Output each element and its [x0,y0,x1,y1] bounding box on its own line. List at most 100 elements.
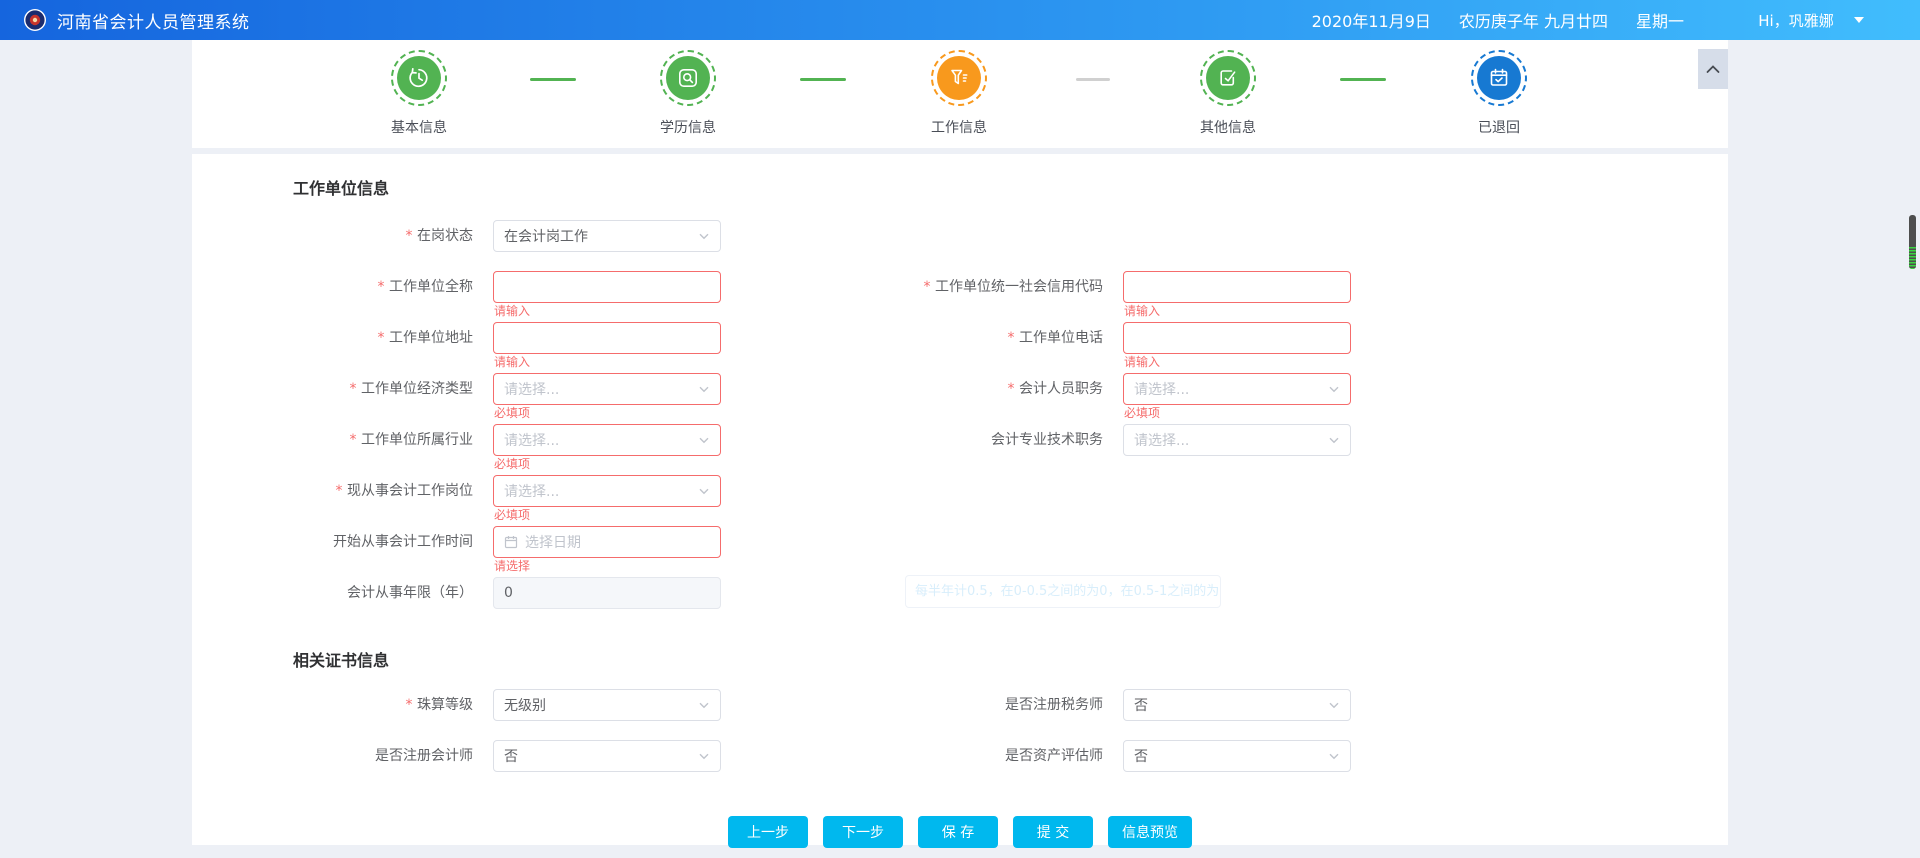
calendar-icon [504,535,518,549]
save-button[interactable]: 保 存 [918,816,998,848]
acct-duty-select[interactable]: 请选择... [1123,373,1351,405]
section-title-certificates: 相关证书信息 [293,652,1728,669]
unit-address-input[interactable] [493,322,721,354]
user-menu[interactable]: Hi，巩雅娜 [1702,0,1920,40]
form-actions: 上一步 下一步 保 存 提 交 信息预览 [192,816,1728,848]
tech-title-select[interactable]: 请选择... [1123,424,1351,456]
scrollbar-thumb[interactable] [1909,215,1916,269]
prev-step-button[interactable]: 上一步 [728,816,808,848]
error-message: 必填项 [1124,407,1160,420]
current-post-select[interactable]: 请选择... [493,475,721,507]
field-label-credit-code: 工作单位统一社会信用代码 [741,271,1103,303]
step-other-info[interactable]: 其他信息 [1158,50,1298,137]
user-greeting: Hi，巩雅娜 [1758,10,1833,31]
cpa-select[interactable]: 否 [493,740,721,772]
calendar-check-icon [1487,66,1511,90]
unit-phone-input[interactable] [1123,322,1351,354]
field-label-econ-type: 工作单位经济类型 [292,373,473,405]
tech-title-placeholder: 请选择... [1134,430,1189,450]
years-input-disabled: 0 [493,577,721,609]
chevron-down-icon [1328,750,1340,762]
info-preview-button[interactable]: 信息预览 [1108,816,1192,848]
next-step-button[interactable]: 下一步 [823,816,903,848]
field-label-years: 会计从事年限（年） [292,577,473,609]
funnel-icon [947,66,971,90]
abacus-value: 无级别 [504,695,546,715]
error-message: 请选择 [494,560,530,573]
error-message: 必填项 [494,407,530,420]
chevron-up-icon [1705,63,1721,75]
unit-name-input[interactable] [493,271,721,303]
industry-select[interactable]: 请选择... [493,424,721,456]
date-text: 2020年11月9日 [1312,8,1431,32]
error-message: 请输入 [1124,305,1160,318]
field-label-unit-phone: 工作单位电话 [741,322,1103,354]
step-connector [1076,78,1110,81]
step-basic-info[interactable]: 基本信息 [349,50,489,137]
step-label: 已退回 [1478,117,1520,137]
error-message: 请输入 [1124,356,1160,369]
field-label-appraiser: 是否资产评估师 [741,740,1103,772]
error-message: 必填项 [494,458,530,471]
search-document-icon [676,66,700,90]
field-label-abacus: 珠算等级 [292,689,473,721]
field-label-industry: 工作单位所属行业 [292,424,473,456]
field-label-tech-title: 会计专业技术职务 [741,424,1103,456]
step-label: 工作信息 [931,117,987,137]
chevron-down-icon [698,750,710,762]
header-brand: 河南省会计人员管理系统 [0,8,250,33]
form-card: 工作单位信息 在岗状态 在会计岗工作 工作单位全称 请输入 工作单位统一社会信用… [192,154,1728,845]
tax-agent-value: 否 [1134,695,1148,715]
app-header: 河南省会计人员管理系统 2020年11月9日 农历庚子年 九月廿四 星期一 Hi… [0,0,1920,40]
appraiser-select[interactable]: 否 [1123,740,1351,772]
app-logo-icon [23,8,47,32]
field-label-start-time: 开始从事会计工作时间 [292,526,473,558]
cpa-value: 否 [504,746,518,766]
step-label: 基本信息 [391,117,447,137]
acct-duty-placeholder: 请选择... [1134,379,1189,399]
status-value: 在会计岗工作 [504,226,588,246]
status-select[interactable]: 在会计岗工作 [493,220,721,252]
back-to-top-button[interactable] [1698,49,1728,89]
step-connector [1340,78,1386,81]
chevron-down-icon [1328,699,1340,711]
field-label-acct-duty: 会计人员职务 [741,373,1103,405]
error-message: 必填项 [494,509,530,522]
years-value: 0 [504,585,513,601]
abacus-select[interactable]: 无级别 [493,689,721,721]
step-returned[interactable]: 已退回 [1429,50,1569,137]
chevron-down-icon [1854,17,1864,23]
step-work-info[interactable]: 工作信息 [889,50,1029,137]
error-message: 请输入 [494,305,530,318]
page-title: 河南省会计人员管理系统 [57,8,250,33]
error-message: 请输入 [494,356,530,369]
chevron-down-icon [1328,434,1340,446]
work-unit-form: 在岗状态 在会计岗工作 工作单位全称 请输入 工作单位统一社会信用代码 请输入 [292,220,1728,609]
steps-card: 基本信息 学历信息 工作信息 [192,40,1728,148]
step-education-info[interactable]: 学历信息 [618,50,758,137]
econ-type-placeholder: 请选择... [504,379,559,399]
field-label-cpa: 是否注册会计师 [292,740,473,772]
chevron-down-icon [698,434,710,446]
weekday-text: 星期一 [1636,8,1684,32]
field-label-current-post: 现从事会计工作岗位 [292,475,473,507]
credit-code-input[interactable] [1123,271,1351,303]
header-date: 2020年11月9日 农历庚子年 九月廿四 星期一 [1312,8,1684,32]
industry-placeholder: 请选择... [504,430,559,450]
edit-check-icon [1216,66,1240,90]
certificates-form: 珠算等级 无级别 是否注册税务师 否 是否注册会计师 [292,689,1728,772]
step-label: 学历信息 [660,117,716,137]
tax-agent-select[interactable]: 否 [1123,689,1351,721]
chevron-down-icon [698,383,710,395]
start-time-datepicker[interactable]: 选择日期 [493,526,721,558]
appraiser-value: 否 [1134,746,1148,766]
field-label-tax-agent: 是否注册税务师 [741,689,1103,721]
field-label-unit-address: 工作单位地址 [292,322,473,354]
chevron-down-icon [698,230,710,242]
step-label: 其他信息 [1200,117,1256,137]
econ-type-select[interactable]: 请选择... [493,373,721,405]
start-time-placeholder: 选择日期 [525,532,581,552]
current-post-placeholder: 请选择... [504,481,559,501]
submit-button[interactable]: 提 交 [1013,816,1093,848]
chevron-down-icon [698,485,710,497]
